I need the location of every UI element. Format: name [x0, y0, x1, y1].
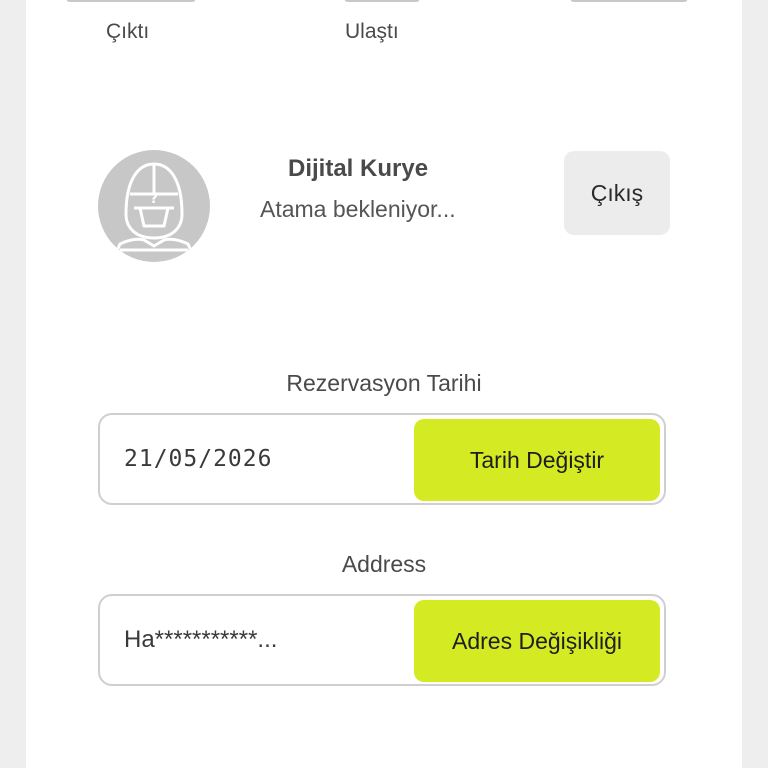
- change-date-button[interactable]: Tarih Değiştir: [414, 419, 660, 501]
- reservation-date-field: 21/05/2026 Tarih Değiştir: [98, 413, 666, 505]
- change-address-button[interactable]: Adres Değişikliği: [414, 600, 660, 682]
- exit-button[interactable]: Çıkış: [564, 151, 670, 235]
- courier-helmet-icon: ?: [110, 162, 198, 262]
- address-value: Ha***********...: [124, 626, 278, 653]
- courier-avatar: ?: [98, 150, 210, 262]
- address-label: Address: [341, 551, 427, 577]
- courier-info: ? Dijital Kurye Atama bekleniyor... Çıkı…: [98, 150, 670, 264]
- reservation-date-value: 21/05/2026: [124, 446, 273, 472]
- order-card: Çıktı Ulaştı ? Dijital Kurye Atama bekle…: [26, 0, 742, 768]
- step-bar-departed: [66, 0, 196, 2]
- step-bar-third: [570, 0, 688, 2]
- courier-name: Dijital Kurye: [288, 155, 429, 182]
- step-bar-arrived: [344, 0, 420, 2]
- step-label-arrived: Ulaştı: [345, 20, 399, 43]
- courier-status: Atama bekleniyor...: [260, 196, 456, 222]
- order-status-steps: Çıktı Ulaştı: [26, 0, 742, 60]
- svg-text:?: ?: [150, 191, 158, 207]
- address-field: Ha***********... Adres Değişikliği: [98, 594, 666, 686]
- step-label-departed: Çıktı: [106, 20, 150, 43]
- reservation-date-label: Rezervasyon Tarihi: [286, 370, 482, 396]
